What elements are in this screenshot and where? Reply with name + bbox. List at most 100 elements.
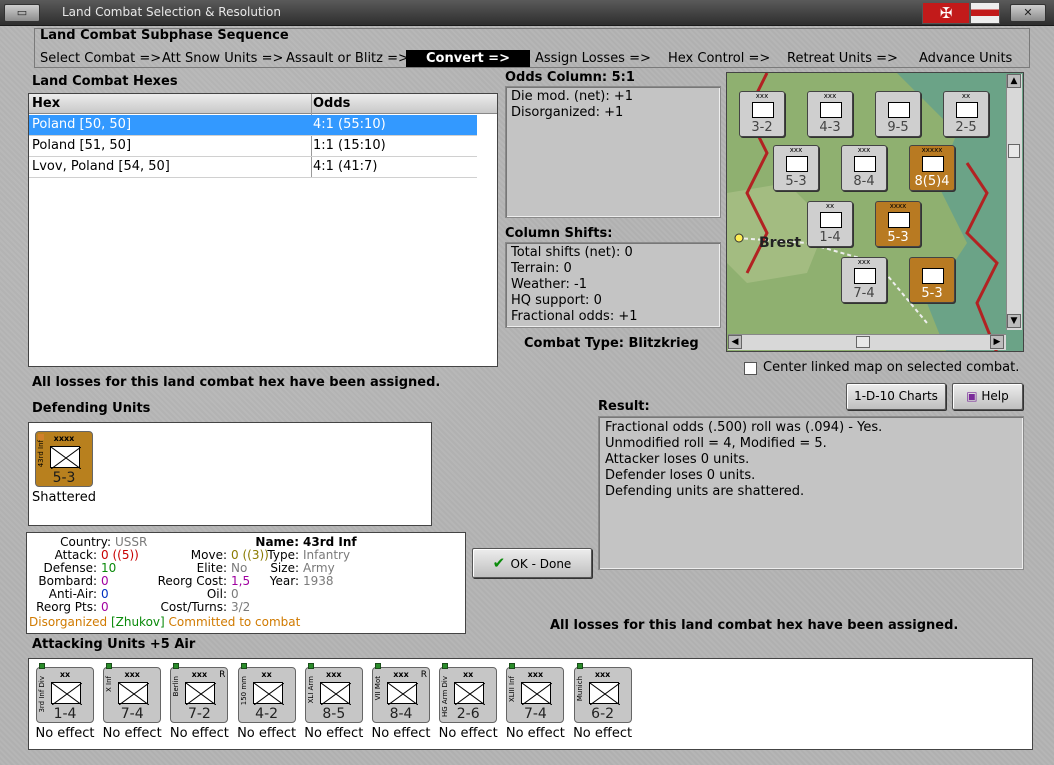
map-counter[interactable]: xxx 4-3 <box>807 91 853 137</box>
unit-symbol-icon <box>319 682 351 705</box>
close-button[interactable]: ✕ <box>1010 4 1046 22</box>
hexes-title: Land Combat Hexes <box>32 74 178 89</box>
map-counter[interactable]: xxxxx 8(5)4 <box>909 145 955 191</box>
unit-name: XLI Arm <box>306 676 315 704</box>
scroll-up-icon[interactable]: ▲ <box>1007 74 1021 88</box>
info-cost-value: 3/2 <box>231 600 251 614</box>
result-panel: Fractional odds (.500) roll was (.094) -… <box>598 416 1024 570</box>
seq-convert-active: Convert => <box>406 50 530 67</box>
map-counter[interactable]: 5-3 <box>909 257 955 303</box>
unit-status: No effect <box>438 726 498 741</box>
shifts-title: Column Shifts: <box>505 226 613 241</box>
attacking-unit[interactable]: xxx XLI Arm 8-5 <box>304 663 363 723</box>
unit-value: 7-4 <box>120 706 144 722</box>
attacking-unit[interactable]: xxx R Berlin 7-2 <box>170 663 229 723</box>
map-counter[interactable]: xxx 7-4 <box>841 257 887 303</box>
charts-button[interactable]: 1-D-10 Charts <box>846 383 946 410</box>
scroll-down-icon[interactable]: ▼ <box>1007 314 1021 328</box>
title-bar: ▭ Land Combat Selection & Resolution ✠ ✕ <box>0 0 1054 26</box>
unit-name: VII Mot <box>374 676 382 701</box>
restore-button[interactable]: ▭ <box>4 4 40 22</box>
attacking-unit[interactable]: xxx R VII Mot 8-4 <box>372 663 430 723</box>
combat-type: Combat Type: Blitzkrieg <box>524 336 699 351</box>
center-map-label: Center linked map on selected combat. <box>763 360 1020 375</box>
attacking-title: Attacking Units +5 Air <box>32 637 196 652</box>
table-row[interactable]: Lvov, Poland [54, 50] 4:1 (41:7) <box>29 157 477 178</box>
linked-map[interactable]: xxx 3-2 xxx 4-3 9-5 xx 2-5 xxx 5-3 xxx 8-4 xx… <box>726 72 1024 352</box>
result-line: Attacker loses 0 units. <box>605 452 750 467</box>
map-horizontal-scrollbar[interactable]: ◀ ▶ <box>728 334 1006 350</box>
help-button[interactable]: ▣ Help <box>952 383 1023 410</box>
shift-line: Fractional odds: +1 <box>511 309 638 324</box>
unit-name: 43rd Inf <box>37 440 45 468</box>
info-year-value: 1938 <box>303 574 334 588</box>
unit-value: 2-6 <box>456 706 480 722</box>
odds-cell: 4:1 (55:10) <box>313 117 386 132</box>
checkmark-icon: ✔ <box>492 554 511 572</box>
map-counter[interactable]: xx 2-5 <box>943 91 989 137</box>
unit-name: Berlin <box>172 676 181 697</box>
attacking-unit[interactable]: xxx Munich 6-2 <box>573 663 632 723</box>
shifts-panel: Total shifts (net): 0 Terrain: 0 Weather… <box>505 242 721 328</box>
scroll-thumb[interactable] <box>856 336 870 348</box>
attacking-unit[interactable]: xxx XLIII Inf 7-4 <box>506 663 565 723</box>
ok-done-button[interactable]: ✔ OK - Done <box>472 548 592 578</box>
seq-select-combat: Select Combat => <box>40 51 162 66</box>
attacking-unit[interactable]: xx HG Arm Div 2-6 <box>439 663 498 723</box>
map-counter-selected[interactable]: xxxx 5-3 <box>875 201 921 247</box>
unit-symbol-icon <box>51 682 82 705</box>
odds-cell: 1:1 (15:10) <box>313 138 386 153</box>
status-pip <box>307 663 314 669</box>
unit-value: 4-2 <box>255 706 279 722</box>
seq-hex-control: Hex Control => <box>668 51 771 66</box>
flag-icon: ✠ <box>939 4 953 22</box>
scroll-thumb[interactable] <box>1008 144 1020 158</box>
scroll-left-icon[interactable]: ◀ <box>728 335 742 349</box>
center-map-checkbox[interactable] <box>744 362 757 375</box>
info-disorganized: Disorganized <box>29 615 108 629</box>
table-row[interactable]: Poland [50, 50] 4:1 (55:10) <box>29 115 477 136</box>
losses-message-top: All losses for this land combat hex have… <box>32 375 441 390</box>
flag-button[interactable]: ✠ <box>922 2 970 24</box>
unit-info-box: Country: USSR Attack: 0 ((5)) Defense: 1… <box>26 532 466 634</box>
odds-cell: 4:1 (41:7) <box>313 159 378 174</box>
unit-value: 6-2 <box>591 706 615 722</box>
hexes-table[interactable]: Hex Odds Poland [50, 50] 4:1 (55:10) Pol… <box>28 93 498 367</box>
unit-symbol-icon <box>588 682 620 705</box>
info-reorgpts-value: 0 <box>101 600 109 614</box>
sequence-title: Land Combat Subphase Sequence <box>40 28 289 43</box>
col-odds[interactable]: Odds <box>313 96 350 111</box>
map-counter[interactable]: 9-5 <box>875 91 921 137</box>
map-counter[interactable]: xxx 5-3 <box>773 145 819 191</box>
losses-message-bottom: All losses for this land combat hex have… <box>550 618 959 633</box>
shift-line: Weather: -1 <box>511 277 587 292</box>
unit-status: No effect <box>102 726 162 741</box>
shift-line: HQ support: 0 <box>511 293 602 308</box>
map-counter[interactable]: xx 1-4 <box>807 201 853 247</box>
status-pip <box>509 663 516 669</box>
map-city-label: Brest <box>759 235 802 251</box>
unit-status: No effect <box>237 726 297 741</box>
unit-status: No effect <box>371 726 431 741</box>
unit-status: No effect <box>304 726 364 741</box>
map-counter[interactable]: xxx 3-2 <box>739 91 785 137</box>
table-row[interactable]: Poland [51, 50] 1:1 (15:10) <box>29 136 477 157</box>
map-counter[interactable]: xxx 8-4 <box>841 145 887 191</box>
attacking-unit[interactable]: xxx X Inf 7-4 <box>103 663 162 723</box>
col-hex[interactable]: Hex <box>32 96 60 111</box>
info-reorgpts-key: Reorg Pts: <box>36 600 97 614</box>
defending-unit[interactable]: xxxx 43rd Inf 5-3 <box>35 431 93 487</box>
odds-line: Disorganized: +1 <box>511 105 624 120</box>
attacking-unit[interactable]: xx 150 mm 4-2 <box>237 663 296 723</box>
map-vertical-scrollbar[interactable]: ▲ ▼ <box>1006 74 1022 330</box>
seq-assign-losses: Assign Losses => <box>535 51 651 66</box>
unit-symbol-icon <box>118 682 150 705</box>
unit-symbol-icon <box>252 682 284 705</box>
help-label: Help <box>981 389 1009 403</box>
window-title: Land Combat Selection & Resolution <box>62 5 281 19</box>
scroll-right-icon[interactable]: ▶ <box>990 335 1004 349</box>
unit-name: XLIII Inf <box>508 676 517 703</box>
attacking-unit[interactable]: xx 3rd Inf Div 1-4 <box>36 663 94 723</box>
reserve-mark: R <box>420 670 427 680</box>
book-icon: ▣ <box>966 389 982 403</box>
